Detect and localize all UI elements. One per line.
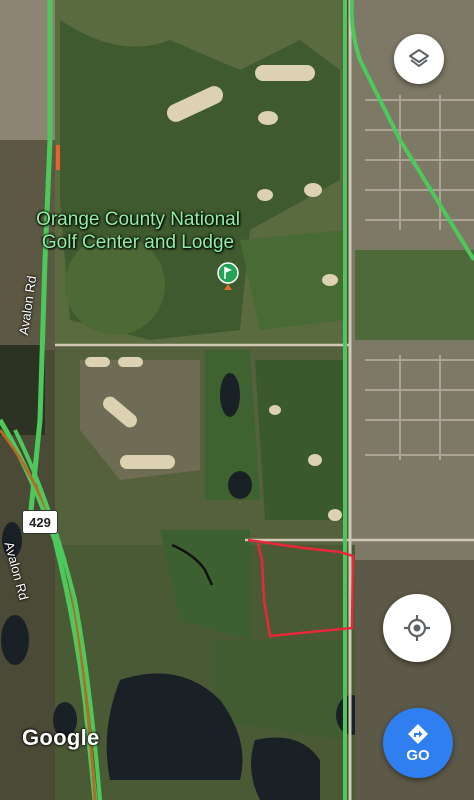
layers-icon <box>409 49 429 67</box>
place-name-line1: Orange County National <box>36 209 240 230</box>
google-logo: Google <box>22 725 100 750</box>
layers-button[interactable] <box>394 34 444 84</box>
satellite-imagery[interactable] <box>0 0 474 800</box>
place-name-label[interactable]: Orange County National Golf Center and L… <box>18 208 258 254</box>
go-label: GO <box>406 746 430 764</box>
route-shield-429: 429 <box>22 510 58 534</box>
my-location-icon <box>404 615 430 641</box>
go-directions-button[interactable]: GO <box>383 708 453 778</box>
satellite-map[interactable]: Orange County National Golf Center and L… <box>0 0 474 800</box>
directions-icon <box>408 723 428 744</box>
place-name-line2: Golf Center and Lodge <box>41 232 235 253</box>
my-location-button[interactable] <box>383 594 451 662</box>
golf-flag-icon[interactable] <box>215 262 241 294</box>
